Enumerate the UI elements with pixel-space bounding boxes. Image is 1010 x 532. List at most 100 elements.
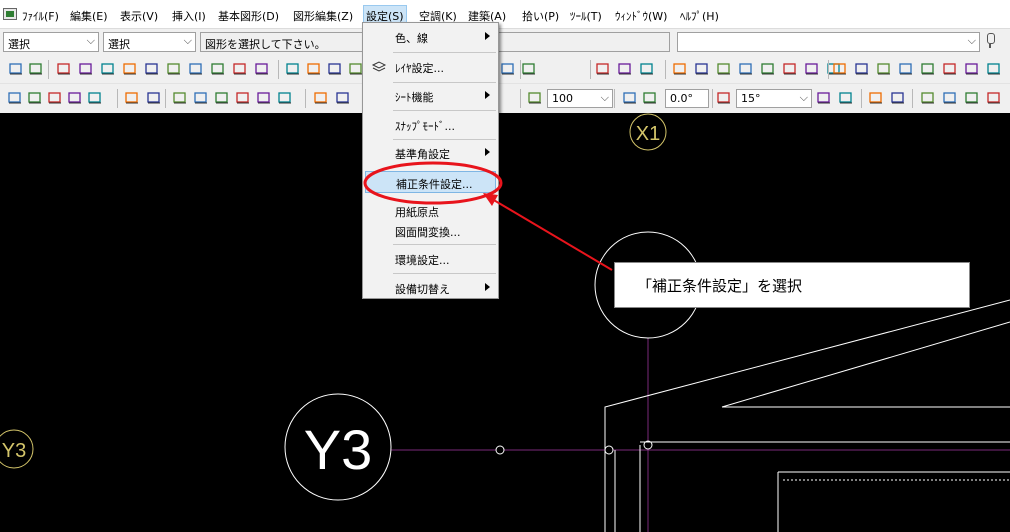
std-tool-icon[interactable] <box>816 90 832 106</box>
draw-tool-icon[interactable] <box>898 61 914 77</box>
std-tool-icon[interactable] <box>172 90 188 106</box>
draw-tool-icon[interactable] <box>595 61 611 77</box>
menu-item-reference-angle[interactable]: 基準角設定 <box>365 142 496 164</box>
type-select[interactable]: 選択 ⌵ <box>103 32 196 52</box>
draw-tool-icon[interactable] <box>254 61 270 77</box>
settings-menu: 色、線 ﾚｲﾔ設定... ｼｰﾄ機能 ｽﾅｯﾌﾟﾓｰﾄﾞ... 基準角設定 補正… <box>362 22 499 299</box>
std-tool-icon[interactable] <box>87 90 103 106</box>
grid-label-y3-small: Y3 <box>2 440 26 462</box>
draw-tool-icon[interactable] <box>122 61 138 77</box>
menu-window[interactable]: ｳｨﾝﾄﾞｳ(W) <box>613 8 669 24</box>
menu-item-layer-settings[interactable]: ﾚｲﾔ設定... <box>365 56 496 78</box>
menu-edit[interactable]: 編集(E) <box>68 8 110 24</box>
std-tool-icon[interactable] <box>868 90 884 106</box>
menu-item-sheet-function[interactable]: ｼｰﾄ機能 <box>365 85 496 107</box>
draw-tool-icon[interactable] <box>28 61 44 77</box>
draw-tool-icon[interactable] <box>327 61 343 77</box>
draw-tool-icon[interactable] <box>738 61 754 77</box>
draw-tool-icon[interactable] <box>694 61 710 77</box>
std-tool-icon[interactable] <box>920 90 936 106</box>
draw-tool-icon[interactable] <box>285 61 301 77</box>
std-tool-icon[interactable] <box>942 90 958 106</box>
toolbar-separator <box>165 89 166 108</box>
menu-tools[interactable]: ﾂｰﾙ(T) <box>568 8 604 24</box>
std-tool-icon[interactable] <box>214 90 230 106</box>
menu-pickup[interactable]: 拾い(P) <box>520 8 561 24</box>
draw-tool-icon[interactable] <box>942 61 958 77</box>
draw-tool-icon[interactable] <box>100 61 116 77</box>
std-tool-icon[interactable] <box>622 90 638 106</box>
draw-tool-icon[interactable] <box>188 61 204 77</box>
snap-angle-value: 15° <box>741 92 761 105</box>
draw-tool-icon[interactable] <box>716 61 732 77</box>
menu-basic-shape[interactable]: 基本図形(D) <box>216 8 281 24</box>
std-tool-icon[interactable] <box>235 90 251 106</box>
draw-tool-icon[interactable] <box>521 61 537 77</box>
std-tool-icon[interactable] <box>256 90 272 106</box>
draw-tool-icon[interactable] <box>639 61 655 77</box>
std-tool-icon[interactable] <box>313 90 329 106</box>
std-tool-icon[interactable] <box>277 90 293 106</box>
draw-tool-icon[interactable] <box>782 61 798 77</box>
std-tool-icon[interactable] <box>27 90 43 106</box>
annotation-text: 「補正条件設定」を選択 <box>637 277 803 295</box>
std-tool-icon[interactable] <box>986 90 1002 106</box>
std-tool-icon[interactable] <box>47 90 63 106</box>
menu-file[interactable]: ﾌｧｲﾙ(F) <box>20 8 61 24</box>
menu-shape-edit[interactable]: 図形編集(Z) <box>291 8 355 24</box>
draw-tool-icon[interactable] <box>8 61 24 77</box>
std-tool-icon[interactable] <box>838 90 854 106</box>
draw-tool-icon[interactable] <box>144 61 160 77</box>
draw-tool-icon[interactable] <box>306 61 322 77</box>
snap-angle-select[interactable]: 15° ⌵ <box>736 89 812 108</box>
std-tool-icon[interactable] <box>193 90 209 106</box>
draw-tool-icon[interactable] <box>854 61 870 77</box>
menu-item-color-line[interactable]: 色、線 <box>365 26 496 48</box>
draw-tool-icon[interactable] <box>500 61 516 77</box>
draw-tool-icon[interactable] <box>617 61 633 77</box>
draw-tool-icon[interactable] <box>964 61 980 77</box>
menu-item-environment-settings[interactable]: 環境設定... <box>365 248 496 270</box>
menu-item-equipment-switch[interactable]: 設備切替え <box>365 277 496 299</box>
app-icon[interactable] <box>3 8 17 20</box>
angle-field[interactable]: 0.0° <box>665 89 709 108</box>
menu-item-correction-settings[interactable]: 補正条件設定... <box>365 171 496 193</box>
std-tool-icon[interactable] <box>527 90 543 106</box>
zoom-select[interactable]: 100 ⌵ <box>547 89 613 108</box>
menu-help[interactable]: ﾍﾙﾌﾟ(H) <box>678 8 721 24</box>
std-tool-icon[interactable] <box>716 90 732 106</box>
menu-view[interactable]: 表示(V) <box>118 8 160 24</box>
mode-select[interactable]: 選択 ⌵ <box>3 32 99 52</box>
draw-tool-icon[interactable] <box>832 61 848 77</box>
std-tool-icon[interactable] <box>335 90 351 106</box>
draw-tool-icon[interactable] <box>166 61 182 77</box>
draw-tool-icon[interactable] <box>232 61 248 77</box>
drawing-canvas[interactable]: X1 Y3 Y1 Y3 <box>0 113 1010 532</box>
menu-divider <box>393 273 496 274</box>
menu-item-paper-origin[interactable]: 用紙原点 <box>365 200 496 222</box>
draw-tool-icon[interactable] <box>672 61 688 77</box>
menu-item-label: 基準角設定 <box>395 148 450 161</box>
std-tool-icon[interactable] <box>7 90 23 106</box>
draw-tool-icon[interactable] <box>56 61 72 77</box>
menu-insert[interactable]: 挿入(I) <box>170 8 208 24</box>
submenu-arrow-icon <box>485 148 490 156</box>
std-tool-icon[interactable] <box>642 90 658 106</box>
draw-tool-icon[interactable] <box>760 61 776 77</box>
draw-tool-icon[interactable] <box>920 61 936 77</box>
microphone-icon[interactable] <box>985 33 995 49</box>
draw-tool-icon[interactable] <box>210 61 226 77</box>
mode-select-value: 選択 <box>8 38 30 51</box>
std-tool-icon[interactable] <box>146 90 162 106</box>
menu-item-drawing-conversion[interactable]: 図面間変換... <box>365 220 496 242</box>
std-tool-icon[interactable] <box>890 90 906 106</box>
draw-tool-icon[interactable] <box>78 61 94 77</box>
std-tool-icon[interactable] <box>964 90 980 106</box>
menu-item-snap-mode[interactable]: ｽﾅｯﾌﾟﾓｰﾄﾞ... <box>365 114 496 136</box>
draw-tool-icon[interactable] <box>986 61 1002 77</box>
std-tool-icon[interactable] <box>67 90 83 106</box>
command-select[interactable]: ⌵ <box>677 32 980 52</box>
draw-tool-icon[interactable] <box>876 61 892 77</box>
std-tool-icon[interactable] <box>124 90 140 106</box>
draw-tool-icon[interactable] <box>804 61 820 77</box>
